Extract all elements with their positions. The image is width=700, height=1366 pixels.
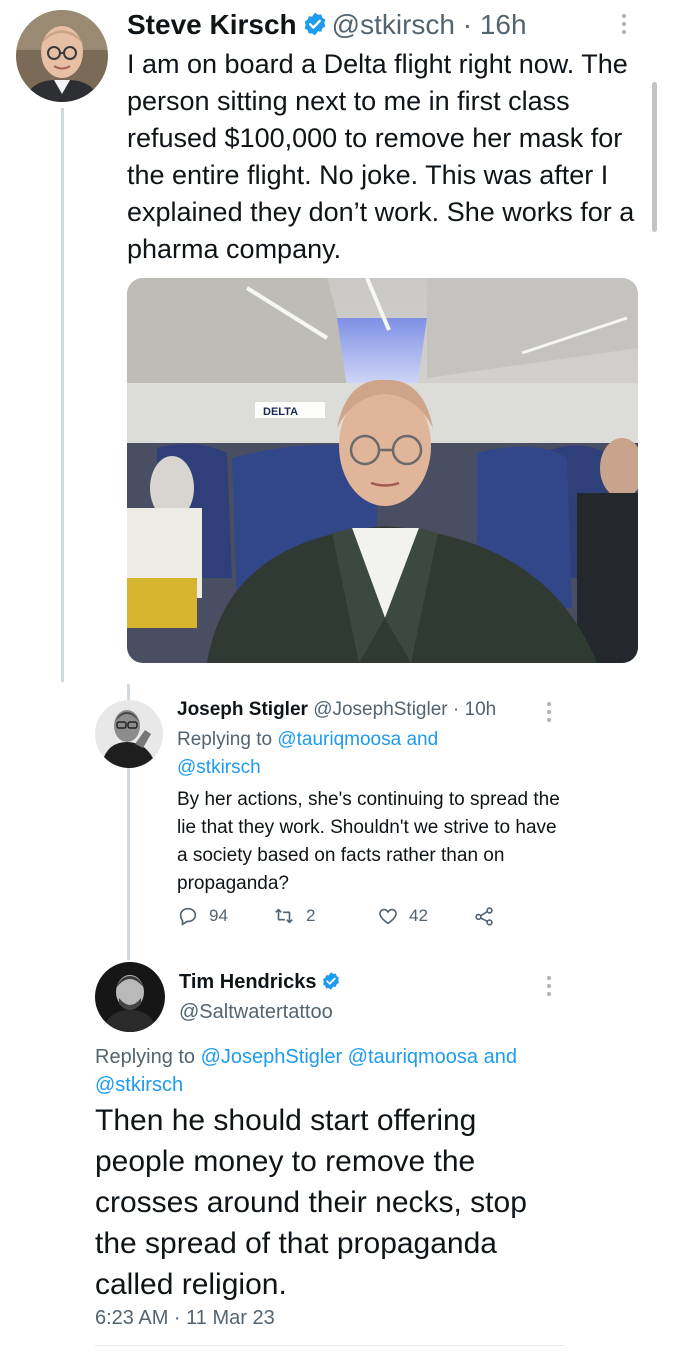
tweet3-header: Tim Hendricks xyxy=(179,968,345,999)
retweet-button[interactable]: 2 xyxy=(272,905,315,927)
tweet-text: Then he should start offering people mon… xyxy=(95,1104,527,1301)
author-handle[interactable]: @JosephStigler xyxy=(313,699,447,720)
heart-icon xyxy=(379,908,397,925)
mention-and[interactable]: and xyxy=(406,729,438,750)
more-options-icon[interactable] xyxy=(622,12,626,36)
tweet-photo[interactable]: DELTA xyxy=(127,278,638,663)
mention-link[interactable]: @tauriqmoosa xyxy=(348,1046,478,1068)
retweet-icon xyxy=(275,908,293,924)
tweet-time[interactable]: 10h xyxy=(465,699,497,720)
reply-icon xyxy=(179,907,197,926)
verified-badge-icon xyxy=(321,971,341,999)
mention-link[interactable]: @tauriqmoosa xyxy=(277,729,401,750)
more-options-icon[interactable] xyxy=(547,700,551,724)
replying-to: Replying to @tauriqmoosa and @stkirsch xyxy=(177,729,439,778)
verified-badge-icon xyxy=(302,11,328,45)
tweet-text: I am on board a Delta flight right now. … xyxy=(127,49,635,264)
tweet1-header: Steve Kirsch @stkirsch · 16h xyxy=(127,8,527,45)
author-name[interactable]: Steve Kirsch xyxy=(127,9,297,40)
reply-button[interactable]: 94 xyxy=(177,905,228,927)
tweet-timestamp[interactable]: 6:23 AM · 11 Mar 23 xyxy=(95,1304,275,1332)
tweet2-header: Joseph Stigler @JosephStigler · 10h xyxy=(177,699,497,720)
avatar-steve-kirsch[interactable] xyxy=(16,10,108,102)
author-name[interactable]: Joseph Stigler xyxy=(177,699,308,720)
mention-link[interactable]: @JosephStigler xyxy=(201,1046,342,1068)
replying-to: Replying to @JosephStigler @tauriqmoosa … xyxy=(95,1046,517,1096)
divider xyxy=(95,1345,565,1346)
share-button[interactable] xyxy=(472,905,496,927)
retweet-count: 2 xyxy=(306,906,316,925)
thread-line xyxy=(61,108,64,682)
avatar-joseph-stigler[interactable] xyxy=(95,700,163,768)
mention-link[interactable]: @stkirsch xyxy=(177,757,261,778)
tweet-time[interactable]: 16h xyxy=(480,9,527,40)
tweet-text: By her actions, she's continuing to spre… xyxy=(177,789,560,894)
author-handle[interactable]: @Saltwatertattoo xyxy=(179,998,333,1026)
share-icon xyxy=(475,907,493,926)
tweet-actions: 94 2 42 xyxy=(177,905,517,933)
mention-link[interactable]: @stkirsch xyxy=(95,1074,183,1096)
delta-sign: DELTA xyxy=(263,406,298,418)
scrollbar-thumb[interactable] xyxy=(652,82,657,232)
more-options-icon[interactable] xyxy=(547,974,551,998)
like-button[interactable]: 42 xyxy=(377,905,428,927)
author-name[interactable]: Tim Hendricks xyxy=(179,971,316,993)
mention-and[interactable]: and xyxy=(484,1046,517,1068)
avatar-tim-hendricks[interactable] xyxy=(95,962,165,1032)
reply-count: 94 xyxy=(209,906,228,925)
author-handle[interactable]: @stkirsch xyxy=(332,9,455,40)
like-count: 42 xyxy=(409,906,428,925)
